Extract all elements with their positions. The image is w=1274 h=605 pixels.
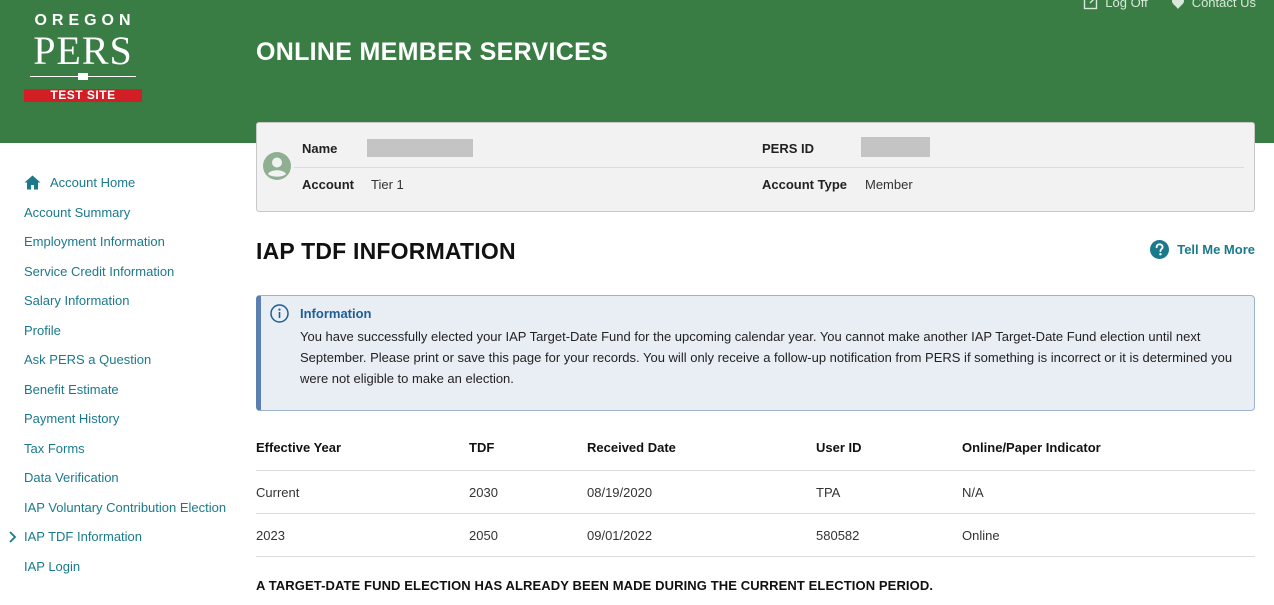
tdf-election-table: Effective Year TDF Received Date User ID…: [256, 428, 1255, 557]
sidebar-item-iap-login[interactable]: IAP Login: [24, 552, 244, 582]
user-id-cell: 580582: [816, 528, 860, 543]
sidebar-item-label: Salary Information: [24, 293, 130, 309]
sidebar-item-benefit-estimate[interactable]: Benefit Estimate: [24, 375, 244, 405]
table-row: 2023 2050 09/01/2022 580582 Online: [256, 514, 1255, 557]
logo-rule: [30, 73, 136, 81]
account-label: Account: [302, 177, 354, 192]
sidebar-item-label: Service Credit Information: [24, 263, 175, 279]
account-type-value: Member: [865, 177, 913, 192]
contact-us-label: Contact Us: [1191, 0, 1256, 10]
top-links: Log Off Contact Us: [1083, 0, 1256, 10]
sidebar-item-tax-forms[interactable]: Tax Forms: [24, 434, 244, 464]
received-date-cell: 09/01/2022: [587, 528, 653, 543]
indicator-cell: Online: [962, 528, 1000, 543]
test-site-badge: TEST SITE: [24, 89, 142, 102]
sidebar-item-label: IAP Login: [24, 558, 81, 574]
name-value-redacted: [367, 139, 473, 157]
column-header-tdf: TDF: [469, 440, 495, 455]
sidebar-item-account-summary[interactable]: Account Summary: [24, 198, 244, 228]
sidebar-item-employment-information[interactable]: Employment Information: [24, 227, 244, 257]
site-title: ONLINE MEMBER SERVICES: [256, 38, 609, 66]
page-title: IAP TDF INFORMATION: [256, 238, 516, 264]
sidebar-item-salary-information[interactable]: Salary Information: [24, 286, 244, 316]
user-avatar-icon: [263, 152, 291, 180]
tell-me-more-label: Tell Me More: [1177, 242, 1255, 257]
contact-icon: [1171, 0, 1184, 9]
column-header-user-id: User ID: [816, 440, 862, 455]
information-heading: Information: [300, 306, 372, 321]
info-icon: [270, 304, 289, 323]
oregon-state-icon: [78, 73, 88, 80]
sidebar-item-account-home[interactable]: Account Home: [24, 168, 244, 198]
oregon-pers-logo[interactable]: OREGON PERS TEST SITE: [24, 12, 142, 108]
sidebar-item-ask-pers[interactable]: Ask PERS a Question: [24, 345, 244, 375]
sidebar-item-label: Account Summary: [24, 204, 131, 220]
effective-year-cell: Current: [256, 485, 300, 500]
logo-pers-text: PERS: [33, 28, 133, 73]
account-type-label: Account Type: [762, 177, 847, 192]
log-off-label: Log Off: [1105, 0, 1148, 10]
member-info-card: Name PERS ID Account Tier 1 Account Type…: [256, 122, 1255, 212]
table-header-row: Effective Year TDF Received Date User ID…: [256, 428, 1255, 471]
home-icon: [24, 175, 41, 190]
pers-id-label: PERS ID: [762, 141, 815, 156]
sidebar-item-payment-history[interactable]: Payment History: [24, 404, 244, 434]
account-value: Tier 1: [371, 177, 404, 192]
sidebar-item-label: Payment History: [24, 411, 120, 427]
sidebar-item-profile[interactable]: Profile: [24, 316, 244, 346]
sidebar-item-label: Benefit Estimate: [24, 381, 119, 397]
effective-year-cell: 2023: [256, 528, 285, 543]
sidebar-item-label: Data Verification: [24, 470, 119, 486]
column-header-online-paper: Online/Paper Indicator: [962, 440, 1101, 455]
received-date-cell: 08/19/2020: [587, 485, 653, 500]
tdf-cell: 2050: [469, 528, 498, 543]
sidebar-item-label: Account Home: [50, 175, 136, 191]
sidebar-item-data-verification[interactable]: Data Verification: [24, 463, 244, 493]
sidebar-item-label: IAP TDF Information: [24, 529, 143, 545]
sidebar-item-iap-tdf-information[interactable]: IAP TDF Information: [9, 522, 244, 552]
sidebar-item-label: Employment Information: [24, 234, 165, 250]
sidebar-item-label: IAP Voluntary Contribution Election: [24, 499, 227, 515]
user-id-cell: TPA: [816, 485, 841, 500]
chevron-right-icon: [9, 531, 17, 543]
indicator-cell: N/A: [962, 485, 984, 500]
table-row: Current 2030 08/19/2020 TPA N/A: [256, 471, 1255, 514]
column-header-effective-year: Effective Year: [256, 440, 342, 455]
pers-id-value-redacted: [861, 137, 930, 157]
sidebar-item-service-credit-information[interactable]: Service Credit Information: [24, 257, 244, 287]
contact-us-link[interactable]: Contact Us: [1170, 0, 1256, 10]
name-label: Name: [302, 141, 338, 156]
sidebar-item-label: Ask PERS a Question: [24, 352, 152, 368]
tdf-cell: 2030: [469, 485, 498, 500]
log-off-link[interactable]: Log Off: [1083, 0, 1148, 10]
tell-me-more-link[interactable]: Tell Me More: [1150, 240, 1255, 259]
log-off-icon: [1084, 0, 1098, 10]
sidebar-item-label: Profile: [24, 322, 61, 338]
information-alert: Information You have successfully electe…: [256, 295, 1255, 411]
sidebar-nav: Account Home Account Summary Employment …: [9, 168, 244, 582]
election-notice: A TARGET-DATE FUND ELECTION HAS ALREADY …: [256, 578, 934, 593]
sidebar-item-label: Tax Forms: [24, 440, 85, 456]
sidebar-item-iap-voluntary-contribution[interactable]: IAP Voluntary Contribution Election: [24, 493, 244, 523]
column-header-received-date: Received Date: [587, 440, 676, 455]
card-divider: [294, 167, 1244, 168]
information-text: You have successfully elected your IAP T…: [300, 329, 1233, 386]
help-icon: [1150, 240, 1170, 259]
